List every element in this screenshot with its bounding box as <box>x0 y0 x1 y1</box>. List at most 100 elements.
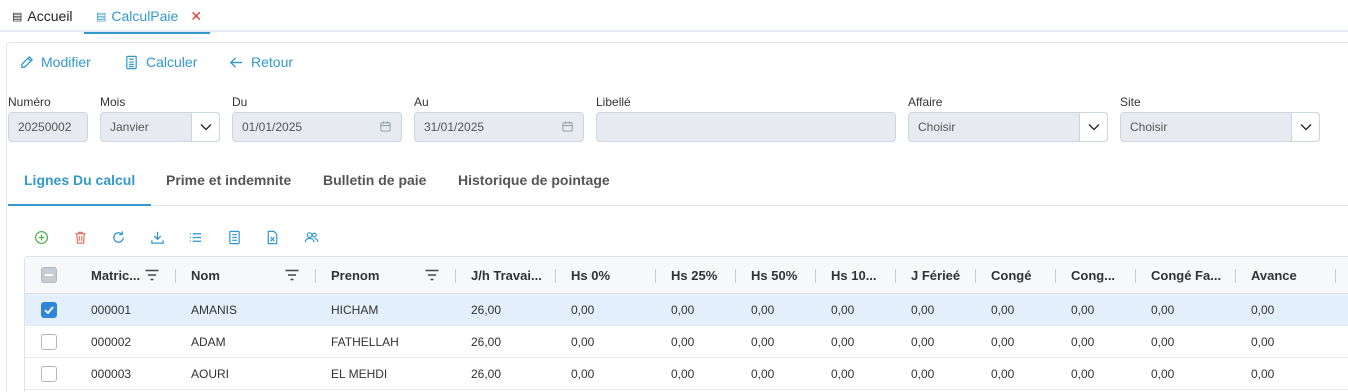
table-cell: 0,00 <box>1251 367 1275 381</box>
tab-calculpaie[interactable]: ▤ CalculPaie ✕ <box>84 0 210 34</box>
filter-icon[interactable] <box>285 269 299 281</box>
column-resize-handle[interactable] <box>1235 269 1236 283</box>
tab-bulletin-de-paie[interactable]: Bulletin de paie <box>323 172 426 188</box>
retour-label: Retour <box>251 54 294 70</box>
table-cell: 0,00 <box>571 367 595 381</box>
close-icon[interactable]: ✕ <box>190 8 202 25</box>
row-checkbox[interactable] <box>41 302 57 318</box>
column-header[interactable]: Congé Fa... <box>1151 268 1221 283</box>
add-icon[interactable] <box>32 228 50 246</box>
column-header[interactable]: Congé <box>991 268 1031 283</box>
filter-icon[interactable] <box>145 269 159 281</box>
table-cell: 26,00 <box>471 335 502 349</box>
libelle-label: Libellé <box>596 95 631 109</box>
column-header[interactable]: Nom <box>191 268 220 283</box>
column-resize-handle[interactable] <box>895 269 896 283</box>
table-cell: 0,00 <box>751 335 775 349</box>
chevron-down-icon[interactable] <box>1291 113 1319 141</box>
table-cell: 0,00 <box>1071 367 1095 381</box>
mois-value: Janvier <box>110 120 149 134</box>
calculer-label: Calculer <box>146 54 198 70</box>
refresh-icon[interactable] <box>109 228 127 246</box>
column-resize-handle[interactable] <box>815 269 816 283</box>
column-resize-handle[interactable] <box>455 269 456 283</box>
table-cell: ADAM <box>191 335 226 349</box>
column-header[interactable]: Avance <box>1251 268 1297 283</box>
select-all-checkbox[interactable] <box>41 267 57 283</box>
table-cell: 26,00 <box>471 367 502 381</box>
column-resize-handle[interactable] <box>1055 269 1056 283</box>
tab-historique-de-pointage[interactable]: Historique de pointage <box>458 172 610 188</box>
retour-button[interactable]: Retour <box>229 52 293 72</box>
column-resize-handle[interactable] <box>1135 269 1136 283</box>
column-header[interactable]: J Férieé <box>911 268 960 283</box>
table-row[interactable]: 000003 AOURI EL MEHDI 26,00 0,00 0,00 0,00 0,00… <box>25 358 1348 390</box>
row-checkbox[interactable] <box>41 366 57 382</box>
tab-prime-et-indemnite[interactable]: Prime et indemnite <box>166 172 291 188</box>
au-date-field[interactable]: 31/01/2025 <box>414 112 584 142</box>
table-cell: 0,00 <box>1151 335 1175 349</box>
grid-header: Matric... Nom Prenom J/h Travai... Hs 0% Hs 2… <box>25 257 1348 294</box>
data-grid: Matric... Nom Prenom J/h Travai... Hs 0% Hs 2… <box>24 256 1348 392</box>
table-cell: 0,00 <box>571 335 595 349</box>
mois-select[interactable]: Janvier <box>100 112 220 142</box>
excel-icon[interactable] <box>263 228 281 246</box>
column-header[interactable]: Hs 0% <box>571 268 610 283</box>
calendar-icon[interactable] <box>380 121 391 132</box>
table-cell: 0,00 <box>1071 335 1095 349</box>
chevron-down-icon[interactable] <box>1079 113 1107 141</box>
column-header[interactable]: Prenom <box>331 268 379 283</box>
row-checkbox[interactable] <box>41 334 57 350</box>
modifier-label: Modifier <box>41 54 91 70</box>
column-header[interactable]: Hs 25% <box>671 268 717 283</box>
table-cell: 000001 <box>91 303 132 317</box>
column-resize-handle[interactable] <box>175 269 176 283</box>
tab-lignes-du-calcul[interactable]: Lignes Du calcul <box>24 172 135 188</box>
table-icon: ▤ <box>96 10 107 23</box>
table-cell: 0,00 <box>1071 303 1095 317</box>
du-label: Du <box>232 95 248 109</box>
table-row[interactable]: 000002 ADAM FATHELLAH 26,00 0,00 0,00 0,00 0,00… <box>25 326 1348 358</box>
column-header[interactable]: Hs 10... <box>831 268 877 283</box>
table-cell: 0,00 <box>991 335 1015 349</box>
column-resize-handle[interactable] <box>975 269 976 283</box>
table-cell: 0,00 <box>1251 335 1275 349</box>
chevron-down-icon[interactable] <box>191 113 219 141</box>
calculer-button[interactable]: Calculer <box>124 52 197 72</box>
affaire-select[interactable]: Choisir <box>908 112 1108 142</box>
modifier-button[interactable]: Modifier <box>19 52 91 72</box>
delete-icon[interactable] <box>71 228 89 246</box>
table-cell: 0,00 <box>671 335 695 349</box>
table-cell: 0,00 <box>911 303 935 317</box>
table-cell: 0,00 <box>911 367 935 381</box>
table-row[interactable]: 000001 AMANIS HICHAM 26,00 0,00 0,00 0,00 0,00 0… <box>25 294 1348 326</box>
du-date-field[interactable]: 01/01/2025 <box>232 112 402 142</box>
tab-label: CalculPaie <box>111 8 179 24</box>
table-cell: 0,00 <box>1251 303 1275 317</box>
column-header[interactable]: Matric... <box>91 268 140 283</box>
numero-field[interactable]: 20250002 <box>8 112 88 142</box>
column-header[interactable]: Cong... <box>1071 268 1115 283</box>
column-resize-handle[interactable] <box>315 269 316 283</box>
table-cell: 0,00 <box>1151 303 1175 317</box>
column-header[interactable]: Hs 50% <box>751 268 797 283</box>
mois-label: Mois <box>100 95 126 109</box>
section-tabs: Lignes Du calcul Prime et indemnite Bull… <box>8 162 1348 206</box>
column-resize-handle[interactable] <box>655 269 656 283</box>
column-header[interactable]: J/h Travai... <box>471 268 542 283</box>
column-resize-handle[interactable] <box>555 269 556 283</box>
site-select[interactable]: Choisir <box>1120 112 1320 142</box>
column-resize-handle[interactable] <box>1335 269 1336 283</box>
affaire-label: Affaire <box>908 95 943 109</box>
list-icon[interactable] <box>186 228 204 246</box>
users-icon[interactable] <box>302 228 320 246</box>
filter-icon[interactable] <box>425 269 439 281</box>
tab-accueil[interactable]: ▤ Accueil <box>12 0 73 32</box>
calendar-icon[interactable] <box>562 121 573 132</box>
column-resize-handle[interactable] <box>735 269 736 283</box>
table-cell: 0,00 <box>751 367 775 381</box>
libelle-field[interactable] <box>596 112 896 142</box>
document-icon[interactable] <box>225 228 243 246</box>
au-value: 31/01/2025 <box>424 120 485 134</box>
download-icon[interactable] <box>148 228 166 246</box>
